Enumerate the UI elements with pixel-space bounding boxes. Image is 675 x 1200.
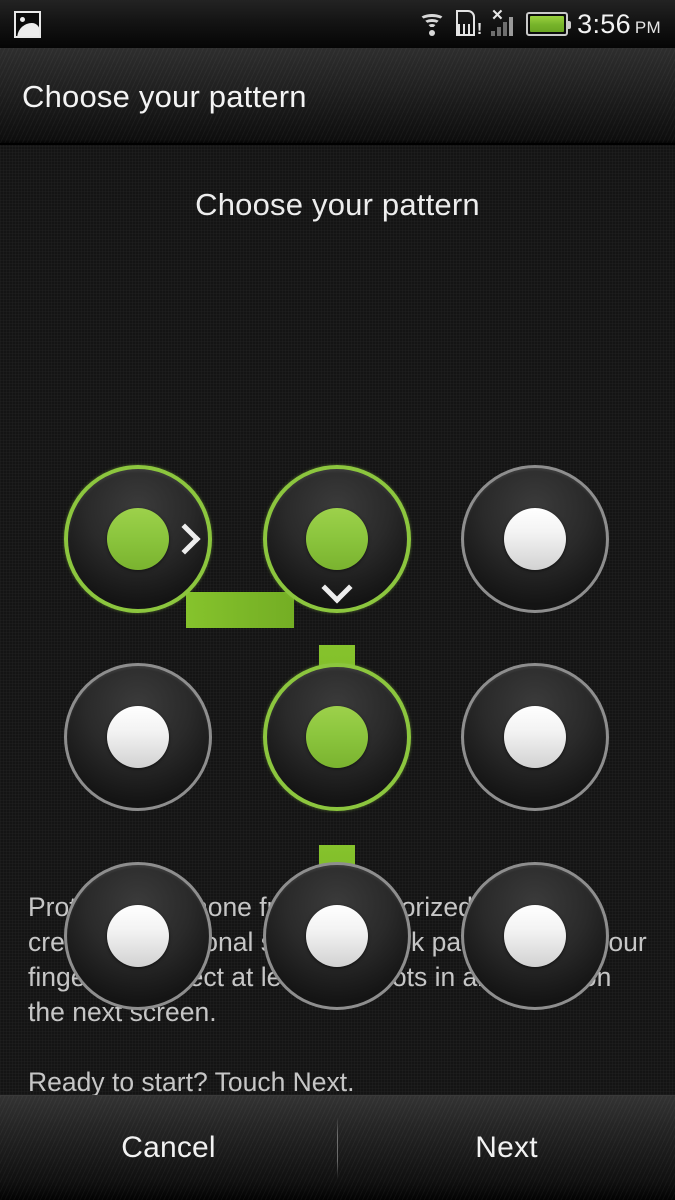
pattern-dot-3[interactable] — [461, 465, 609, 613]
pattern-dot-5[interactable] — [263, 663, 411, 811]
pattern-dot-core — [504, 706, 566, 768]
pattern-dot-9[interactable] — [461, 862, 609, 1010]
signal-no-service-icon: ✕ — [489, 8, 517, 38]
pattern-dot-4[interactable] — [64, 663, 212, 811]
next-button[interactable]: Next — [338, 1096, 675, 1200]
pattern-dot-8[interactable] — [263, 862, 411, 1010]
pattern-grid[interactable] — [0, 245, 675, 1010]
content-area: Choose your pattern phone your finger at… — [0, 145, 675, 1097]
button-bar: Cancel Next — [0, 1095, 675, 1200]
pattern-dot-1[interactable] — [64, 465, 212, 613]
wifi-icon — [417, 11, 447, 37]
page-title: Choose your pattern — [195, 187, 480, 222]
action-bar-title: Choose your pattern — [22, 78, 307, 114]
pattern-dot-core — [504, 508, 566, 570]
sdcard-warning-icon: ! — [456, 10, 482, 38]
action-bar: Choose your pattern — [0, 48, 675, 145]
pattern-dot-core — [107, 706, 169, 768]
pattern-dot-core — [504, 905, 566, 967]
status-bar-notifications — [14, 10, 41, 38]
clock-time: 3:56 — [577, 8, 631, 39]
battery-icon — [526, 12, 572, 36]
gallery-icon — [14, 10, 41, 38]
pattern-setup-screen: ! ✕ 3:56 PM Choose your pattern Choose y… — [0, 0, 675, 1200]
clock-ampm: PM — [634, 17, 661, 37]
pattern-dot-core — [107, 905, 169, 967]
pattern-dot-core — [107, 508, 169, 570]
pattern-dot-core — [306, 706, 368, 768]
pattern-dot-2[interactable] — [263, 465, 411, 613]
pattern-dot-core — [306, 905, 368, 967]
pattern-dot-core — [306, 508, 368, 570]
pattern-dot-7[interactable] — [64, 862, 212, 1010]
status-bar-clock: 3:56 PM — [577, 9, 661, 40]
pattern-dot-6[interactable] — [461, 663, 609, 811]
status-bar: ! ✕ 3:56 PM — [0, 0, 675, 48]
status-bar-system-icons: ! ✕ 3:56 PM — [417, 8, 661, 40]
cancel-button[interactable]: Cancel — [0, 1096, 337, 1200]
